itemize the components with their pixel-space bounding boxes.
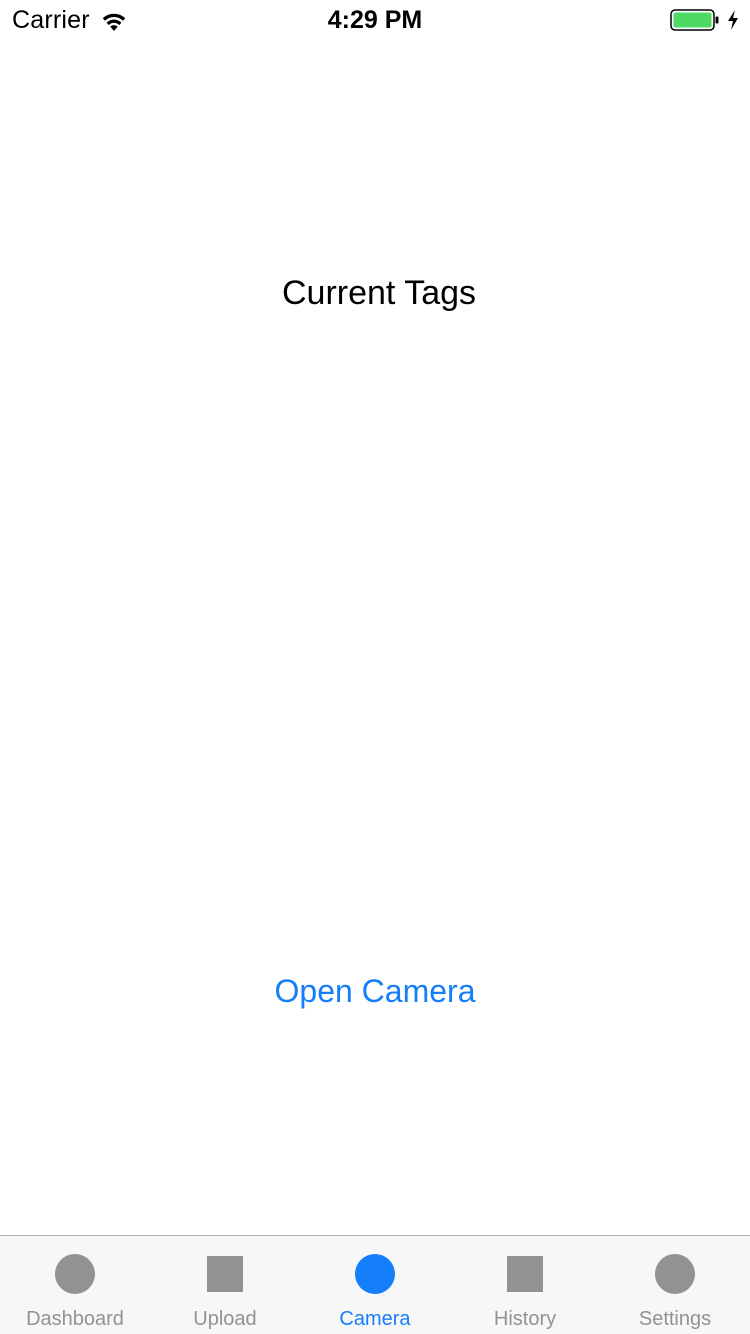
open-camera-label: Open Camera bbox=[274, 973, 476, 1009]
tab-label: Dashboard bbox=[26, 1308, 124, 1330]
settings-tab-icon bbox=[655, 1254, 695, 1294]
tab-label: Upload bbox=[193, 1308, 257, 1330]
tab-label: Settings bbox=[638, 1308, 712, 1330]
tab-settings[interactable]: Settings bbox=[600, 1236, 750, 1334]
tab-bar: Dashboard Upload Camera History Settings bbox=[0, 1235, 750, 1334]
camera-tab-icon bbox=[355, 1254, 395, 1294]
status-time: 4:29 PM bbox=[327, 6, 423, 34]
dashboard-tab-icon bbox=[55, 1254, 95, 1294]
tab-history[interactable]: History bbox=[450, 1236, 600, 1334]
upload-tab-icon bbox=[207, 1256, 243, 1292]
tab-label: Camera bbox=[339, 1308, 411, 1330]
tab-dashboard[interactable]: Dashboard bbox=[0, 1236, 150, 1334]
status-bar: Carrier 4:29 PM bbox=[0, 0, 750, 40]
tab-label: History bbox=[493, 1308, 557, 1330]
open-camera-button[interactable]: Open Camera bbox=[0, 970, 750, 1012]
battery-icon bbox=[670, 9, 719, 31]
charging-bolt-icon bbox=[728, 10, 738, 30]
status-right bbox=[670, 9, 740, 31]
tab-camera[interactable]: Camera bbox=[300, 1236, 450, 1334]
current-tags-heading: Current Tags bbox=[281, 274, 477, 312]
tab-upload[interactable]: Upload bbox=[150, 1236, 300, 1334]
app-screen: Carrier 4:29 PM Current Tags Open Camera bbox=[0, 0, 750, 1334]
history-tab-icon bbox=[507, 1256, 543, 1292]
